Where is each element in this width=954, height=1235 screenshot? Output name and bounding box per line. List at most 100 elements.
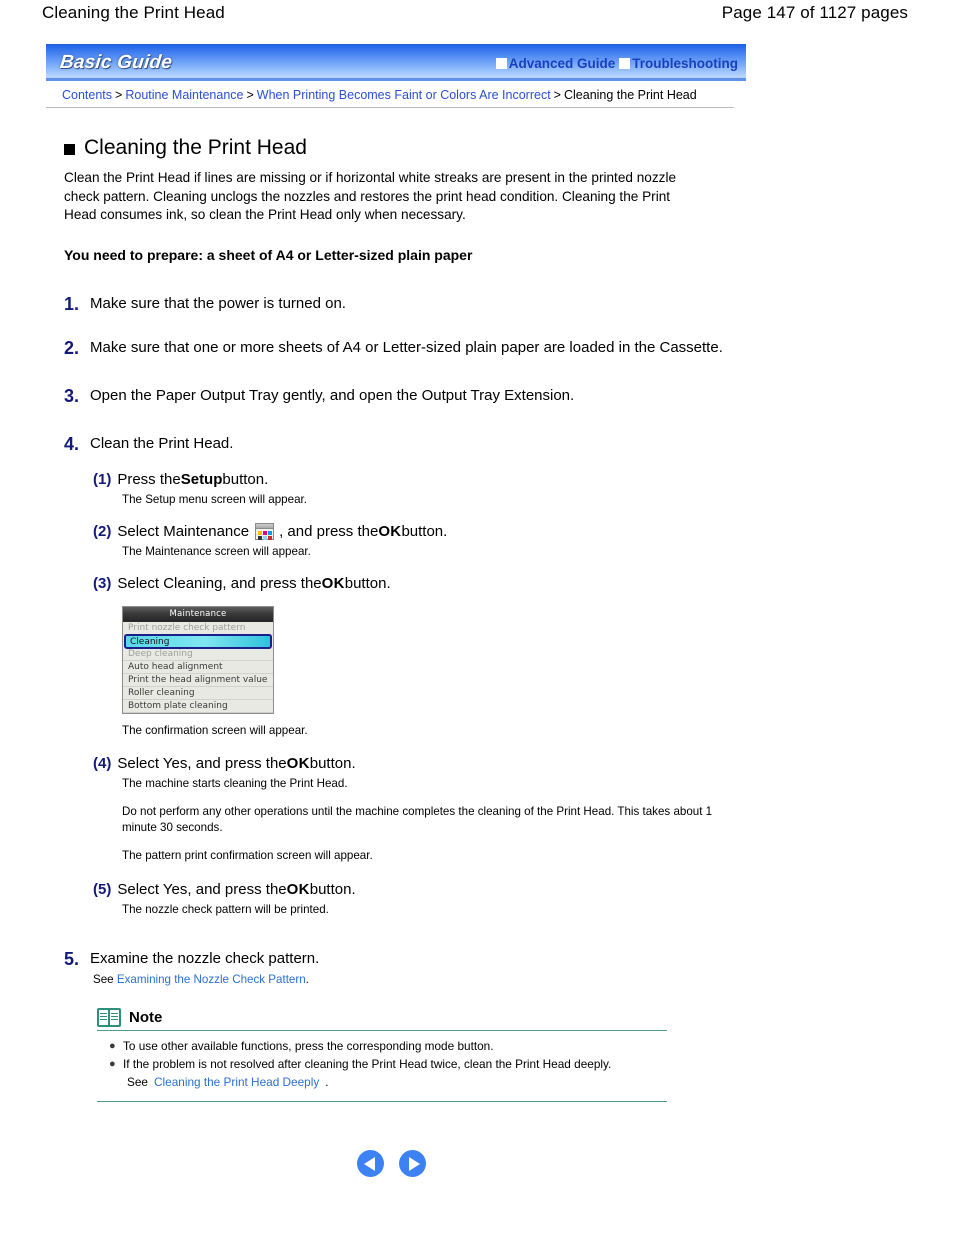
step-1-number: 1. [64, 293, 80, 314]
lcd-item-deep-cleaning[interactable]: Deep cleaning [123, 648, 273, 661]
troubleshooting-box-icon [619, 57, 631, 69]
step-2: 2. Make sure that one or more sheets of … [64, 337, 724, 359]
substep-1-note: The Setup menu screen will appear. [122, 492, 307, 506]
book-icon [97, 1007, 121, 1027]
substep-3-pre: Select Cleaning, and press the [117, 574, 322, 592]
substep-5-number: (5) [93, 880, 112, 898]
brand-basic-guide: Basic Guide [58, 52, 174, 73]
substep-4-pre: Select Yes, and press the [117, 754, 287, 772]
breadcrumb-item-routine-maintenance[interactable]: Routine Maintenance [125, 88, 243, 102]
lcd-item-auto-head-alignment[interactable]: Auto head alignment [123, 661, 273, 674]
breadcrumb: Contents > Routine Maintenance > When Printi… [46, 88, 734, 108]
substep-2-note: The Maintenance screen will appear. [122, 544, 311, 558]
substep-2-number: (2) [93, 522, 112, 540]
link-cleaning-the-print-head-deeply[interactable]: Cleaning the Print Head Deeply [154, 1074, 319, 1091]
substep-2: (2) Select Maintenance , and press the O… [93, 521, 724, 560]
page-number-label: Page 147 of 1127 pages [721, 3, 908, 22]
lcd-item-cleaning[interactable]: Cleaning [124, 633, 272, 649]
substep-5-post: button. [309, 880, 356, 898]
substep-3-number: (3) [93, 574, 112, 592]
bullet-dot-icon: ● [109, 1039, 116, 1052]
substep-2-head: (2) Select Maintenance , and press the O… [93, 521, 724, 542]
substep-2-post: button. [401, 522, 448, 540]
link-advanced-guide[interactable]: Advanced Guide [509, 56, 616, 71]
advanced-guide-box-icon [495, 57, 507, 69]
substep-3-ok-glyph: OK [321, 574, 345, 592]
substep-4-post: button. [309, 754, 356, 772]
chevron-left-icon [364, 1156, 375, 1171]
chevron-right-icon [408, 1156, 420, 1171]
step-3-number: 3. [64, 385, 80, 406]
step-3-text: Open the Paper Output Tray gently, and o… [90, 386, 575, 404]
substep-4: (4) Select Yes, and press the OK button.… [93, 753, 724, 864]
substep-4-ok-glyph: OK [286, 754, 310, 772]
substep-2-ok-glyph: OK [378, 522, 402, 540]
substep-1-post: button. [222, 470, 269, 488]
bullet-square-icon [64, 143, 75, 155]
note-header: Note [97, 1007, 667, 1031]
guide-links: Advanced Guide Troubleshooting [495, 56, 738, 71]
substep-4-note: The machine starts cleaning the Print He… [122, 776, 348, 790]
substep-2-pre: Select Maintenance [117, 522, 250, 540]
substep-4-head: (4) Select Yes, and press the OK button. [93, 753, 724, 774]
link-troubleshooting[interactable]: Troubleshooting [632, 56, 738, 71]
step-5-see-line: See Examining the Nozzle Check Pattern. [93, 973, 724, 986]
note-see-prefix: See [127, 1074, 148, 1089]
page-navigation [357, 1150, 426, 1177]
link-examining-the-nozzle-check-pattern[interactable]: Examining the Nozzle Check Pattern [117, 973, 306, 986]
guide-bar: Basic Guide Advanced Guide Troubleshooti… [46, 44, 746, 81]
substep-1-head: (1) Press the Setup button. [93, 469, 724, 490]
substep-5-ok-glyph: OK [286, 880, 310, 898]
step-4-number: 4. [64, 433, 80, 454]
substep-3-post: button. [344, 574, 391, 592]
lcd-figure: Maintenance Print nozzle check pattern C… [122, 605, 724, 737]
substep-3-head: (3) Select Cleaning, and press the OK bu… [93, 573, 724, 594]
prepare-line: You need to prepare: a sheet of A4 or Le… [64, 246, 473, 263]
lcd-menu-list: Print nozzle check pattern Cleaning Deep… [123, 622, 273, 713]
substep-5-head: (5) Select Yes, and press the OK button. [93, 879, 724, 900]
step-2-number: 2. [64, 337, 80, 358]
maintenance-icon [255, 522, 275, 540]
page-header: Cleaning the Print Head Page 147 of 1127… [0, 0, 954, 30]
page-header-title: Cleaning the Print Head [42, 3, 225, 22]
see-suffix: . [305, 972, 309, 986]
substep-1-bold-setup: Setup [180, 470, 223, 488]
breadcrumb-item-when-printing-becomes-faint[interactable]: When Printing Becomes Faint or Colors Ar… [257, 88, 551, 102]
note-see-suffix: . [325, 1074, 329, 1089]
step-4-text: Clean the Print Head. [90, 434, 234, 452]
step-4: 4. Clean the Print Head. [64, 433, 724, 455]
note-bullet-2-see-line: See Cleaning the Print Head Deeply. [127, 1074, 667, 1091]
note-bullet-2: ● If the problem is not resolved after c… [109, 1056, 667, 1073]
lcd-item-print-nozzle-check-pattern[interactable]: Print nozzle check pattern [123, 622, 273, 635]
breadcrumb-separator: > [246, 88, 254, 102]
breadcrumb-separator: > [115, 88, 123, 102]
note-bullet-2-text: If the problem is not resolved after cle… [123, 1056, 612, 1071]
substep-4-paragraph-2: The pattern print confirmation screen wi… [122, 848, 373, 862]
bullet-dot-icon: ● [109, 1057, 116, 1070]
note-body: ● To use other available functions, pres… [97, 1031, 667, 1102]
breadcrumb-item-contents[interactable]: Contents [62, 88, 112, 102]
lcd-item-roller-cleaning[interactable]: Roller cleaning [123, 687, 273, 700]
substep-5: (5) Select Yes, and press the OK button.… [93, 879, 724, 918]
substep-1: (1) Press the Setup button. The Setup me… [93, 469, 724, 508]
step-4-substeps: (1) Press the Setup button. The Setup me… [93, 469, 724, 918]
next-page-button[interactable] [399, 1150, 426, 1177]
guide-banner: Basic Guide Advanced Guide Troubleshooti… [46, 44, 746, 108]
lcd-item-bottom-plate-cleaning[interactable]: Bottom plate cleaning [123, 700, 273, 713]
see-prefix: See [93, 972, 117, 986]
step-3: 3. Open the Paper Output Tray gently, an… [64, 385, 724, 407]
substep-2-mid: , and press the [279, 522, 379, 540]
lcd-item-print-head-alignment-value[interactable]: Print the head alignment value [123, 674, 273, 687]
note-box: Note ● To use other available functions,… [97, 1007, 667, 1102]
substep-1-pre: Press the [117, 470, 181, 488]
breadcrumb-item-current: Cleaning the Print Head [563, 88, 697, 102]
previous-page-button[interactable] [357, 1150, 384, 1177]
lcd-title: Maintenance [123, 606, 273, 622]
step-1-text: Make sure that the power is turned on. [90, 294, 346, 312]
substep-3: (3) Select Cleaning, and press the OK bu… [93, 573, 724, 737]
page-title: Cleaning the Print Head [64, 136, 724, 160]
intro-paragraph: Clean the Print Head if lines are missin… [64, 170, 677, 222]
note-bullet-1: ● To use other available functions, pres… [109, 1038, 667, 1055]
substep-4-paragraph-1: Do not perform any other operations unti… [122, 804, 713, 834]
substep-4-number: (4) [93, 754, 112, 772]
